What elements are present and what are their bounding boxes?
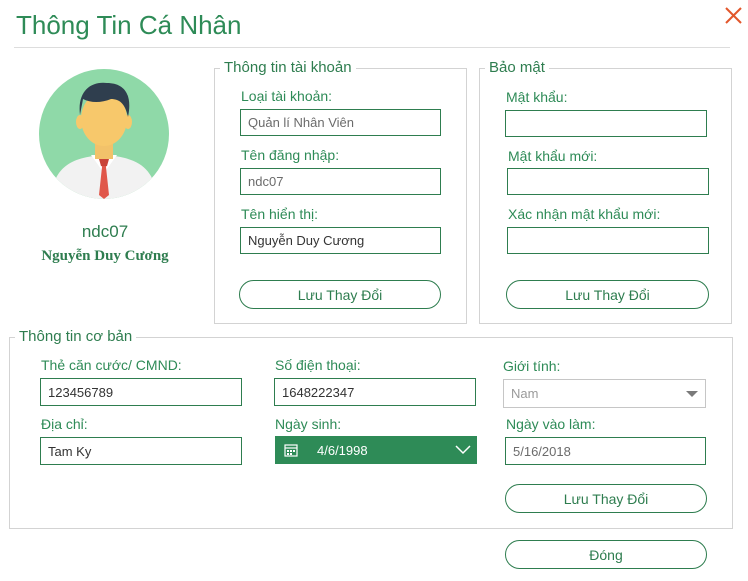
- calendar-icon: [284, 444, 298, 457]
- gender-value: Nam: [511, 386, 539, 401]
- account-save-button[interactable]: Lưu Thay Đổi: [239, 280, 441, 309]
- gender-select[interactable]: Nam: [503, 379, 706, 408]
- username-label: ndc07: [81, 222, 129, 241]
- account-info-legend: Thông tin tài khoản: [220, 59, 356, 76]
- login-name-field[interactable]: ndc07: [240, 168, 441, 195]
- address-field[interactable]: Tam Ky: [40, 437, 242, 465]
- security-save-button[interactable]: Lưu Thay Đổi: [506, 280, 709, 309]
- close-button[interactable]: Đóng: [505, 540, 707, 569]
- account-type-label: Loại tài khoản:: [241, 88, 333, 104]
- login-name-label: Tên đăng nhập:: [241, 147, 340, 163]
- display-name-label: Tên hiển thị:: [241, 206, 319, 222]
- page-title: Thông Tin Cá Nhân: [16, 10, 242, 40]
- close-icon[interactable]: [721, 3, 747, 29]
- avatar: [39, 69, 169, 199]
- security-legend: Bảo mật: [485, 59, 549, 76]
- new-password-label: Mật khẩu mới:: [508, 148, 598, 164]
- dob-datepicker[interactable]: 4/6/1998: [275, 436, 477, 464]
- dob-value: 4/6/1998: [317, 442, 368, 458]
- account-type-field[interactable]: Quản lí Nhân Viên: [240, 109, 441, 136]
- title-divider: [14, 47, 730, 48]
- basic-save-button[interactable]: Lưu Thay Đổi: [505, 484, 707, 513]
- id-card-label: Thẻ căn cước/ CMND:: [41, 357, 182, 373]
- confirm-password-field[interactable]: [507, 227, 709, 254]
- confirm-password-label: Xác nhận mật khẩu mới:: [508, 206, 661, 222]
- phone-field[interactable]: 1648222347: [274, 378, 476, 406]
- new-password-field[interactable]: [507, 168, 709, 195]
- basic-info-legend: Thông tin cơ bản: [15, 328, 137, 345]
- start-date-label: Ngày vào làm:: [506, 416, 596, 432]
- id-card-field[interactable]: 123456789: [40, 378, 242, 406]
- start-date-field[interactable]: 5/16/2018: [505, 437, 706, 465]
- password-field[interactable]: [505, 110, 707, 137]
- dob-label: Ngày sinh:: [275, 416, 342, 432]
- gender-label: Giới tính:: [503, 358, 561, 374]
- address-label: Địa chỉ:: [41, 416, 88, 432]
- chevron-down-icon[interactable]: [455, 445, 471, 455]
- chevron-down-icon: [686, 390, 698, 397]
- full-name-label: Nguyễn Duy Cương: [41, 248, 169, 264]
- phone-label: Số điện thoại:: [275, 357, 361, 373]
- display-name-field[interactable]: Nguyễn Duy Cương: [240, 227, 441, 254]
- password-label: Mật khẩu:: [506, 89, 568, 105]
